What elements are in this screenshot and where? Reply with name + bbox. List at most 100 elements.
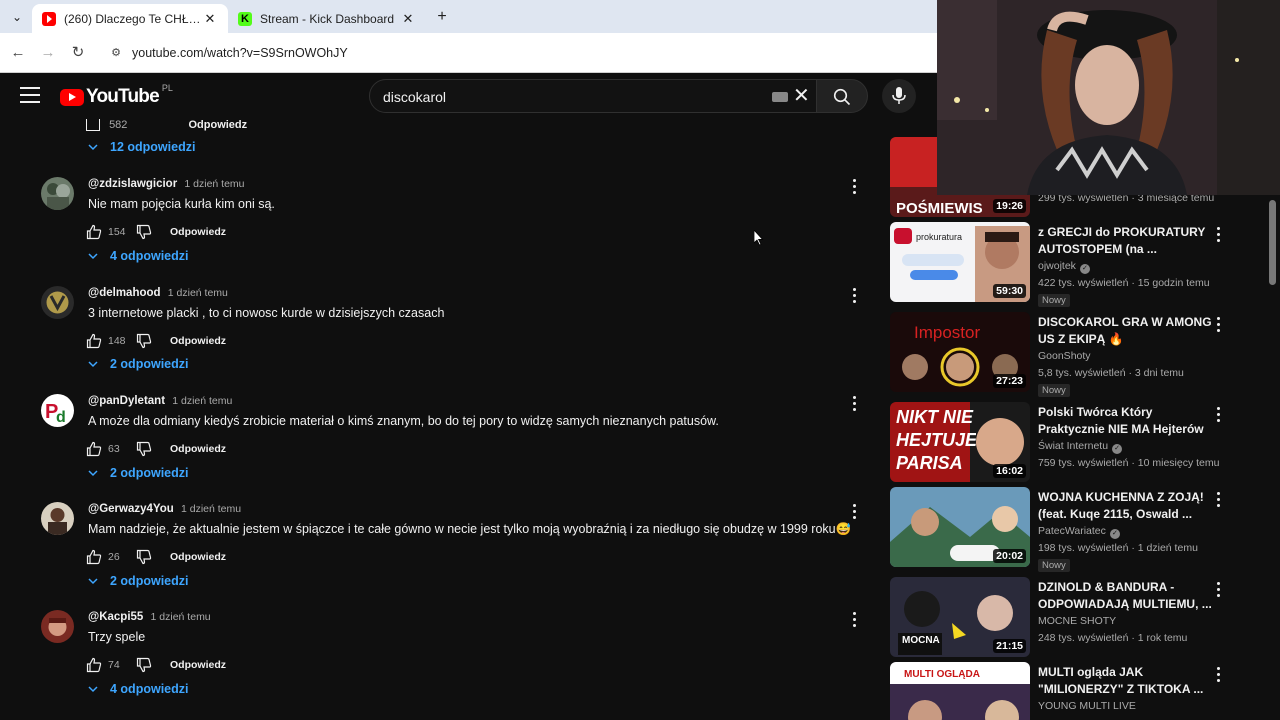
thumbs-up-icon[interactable]: [86, 549, 102, 565]
replies-count: 2 odpowiedzi: [110, 466, 189, 480]
voice-search-button[interactable]: [882, 79, 916, 113]
forward-icon[interactable]: →: [38, 43, 58, 63]
reply-button[interactable]: Odpowiedz: [170, 443, 226, 455]
comment-time[interactable]: 1 dzień temu: [151, 611, 211, 623]
channel-name[interactable]: ojwojtek ✓: [1038, 260, 1090, 274]
comment-time[interactable]: 1 dzień temu: [184, 178, 244, 190]
channel-name[interactable]: YOUNG MULTI LIVE: [1038, 700, 1136, 712]
recommended-video[interactable]: MULTI OGLĄDA MULTI ogląda JAK "MILIONERZ…: [890, 662, 1240, 720]
recommended-video[interactable]: prokuratura 59:30 z GRECJI do PROKURATUR…: [890, 222, 1240, 307]
comment-time[interactable]: 1 dzień temu: [168, 287, 228, 299]
reply-button[interactable]: Odpowiedz: [188, 119, 247, 131]
more-options-icon[interactable]: [1217, 582, 1221, 598]
recommended-video[interactable]: Impostor 27:23 DISCOKAROL GRA W AMONG US…: [890, 312, 1240, 397]
video-title[interactable]: z GRECJI do PROKURATURY AUTOSTOPEM (na .…: [1038, 224, 1218, 258]
view-replies-button[interactable]: 2 odpowiedzi: [88, 353, 188, 375]
video-title[interactable]: WOJNA KUCHENNA Z ZOJĄ! (feat. Kuqe 2115,…: [1038, 489, 1218, 523]
thumbs-up-icon[interactable]: [86, 224, 102, 240]
more-options-icon[interactable]: [1217, 317, 1221, 333]
thumbs-down-icon[interactable]: [136, 224, 152, 240]
thumbs-down-icon[interactable]: [136, 441, 152, 457]
menu-icon[interactable]: [20, 87, 40, 103]
comment-time[interactable]: 1 dzień temu: [181, 503, 241, 515]
more-options-icon[interactable]: [850, 612, 858, 630]
video-title[interactable]: MULTI ogląda JAK "MILIONERZY" Z TIKTOKA …: [1038, 664, 1218, 698]
view-replies-button[interactable]: 2 odpowiedzi: [88, 570, 188, 592]
avatar[interactable]: [41, 286, 74, 319]
youtube-header: YouTube PL discokarol ✕: [0, 73, 937, 119]
browser-tab-kick[interactable]: K Stream - Kick Dashboard ✕: [228, 4, 426, 33]
view-replies-button[interactable]: 2 odpowiedzi: [88, 462, 188, 484]
search-input[interactable]: discokarol ✕: [369, 79, 817, 113]
clear-search-icon[interactable]: ✕: [793, 86, 810, 106]
tab-close-icon[interactable]: ✕: [202, 11, 218, 27]
reply-button[interactable]: Odpowiedz: [170, 335, 226, 347]
channel-name[interactable]: Świat Internetu ✓: [1038, 440, 1123, 454]
reply-button[interactable]: Odpowiedz: [170, 659, 226, 671]
video-thumbnail[interactable]: MOCNA 21:15: [890, 577, 1030, 657]
reload-icon[interactable]: ↻: [68, 43, 88, 63]
view-replies-button[interactable]: 12 odpowiedzi: [88, 136, 195, 158]
sidebar-scrollbar[interactable]: [1269, 200, 1276, 285]
reply-button[interactable]: Odpowiedz: [170, 551, 226, 563]
back-icon[interactable]: ←: [8, 43, 28, 63]
comment-author[interactable]: @Kacpi55: [88, 611, 143, 623]
view-replies-button[interactable]: 4 odpowiedzi: [88, 678, 188, 700]
comment-author[interactable]: @zdzislawgicior: [88, 178, 177, 190]
video-thumbnail[interactable]: MULTI OGLĄDA: [890, 662, 1030, 720]
more-options-icon[interactable]: [850, 396, 858, 414]
site-info-icon[interactable]: ⚙: [108, 45, 124, 61]
new-tab-icon[interactable]: +: [432, 7, 452, 27]
view-replies-button[interactable]: 4 odpowiedzi: [88, 245, 188, 267]
thumbs-up-icon[interactable]: [86, 333, 102, 349]
webcam-feed: [937, 0, 1280, 195]
channel-name[interactable]: GoonShoty: [1038, 350, 1091, 362]
thumbs-down-icon[interactable]: [136, 549, 152, 565]
video-title[interactable]: DISCOKAROL GRA W AMONG US Z EKIPĄ 🔥: [1038, 314, 1218, 348]
avatar[interactable]: [41, 610, 74, 643]
channel-name[interactable]: PatecWariatec ✓: [1038, 525, 1120, 539]
more-options-icon[interactable]: [1217, 667, 1221, 683]
video-duration: 27:23: [993, 374, 1026, 388]
video-duration: 20:02: [993, 549, 1026, 563]
address-bar[interactable]: ⚙ youtube.com/watch?v=S9SrnOWOhJY: [100, 38, 930, 68]
more-options-icon[interactable]: [1217, 492, 1221, 508]
video-title[interactable]: Polski Twórca Który Praktycznie NIE MA H…: [1038, 404, 1218, 438]
thumbs-down-icon[interactable]: [136, 333, 152, 349]
like-icon[interactable]: [86, 119, 100, 131]
keyboard-icon[interactable]: [772, 92, 788, 102]
comment-author[interactable]: @Gerwazy4You: [88, 503, 174, 515]
more-options-icon[interactable]: [1217, 407, 1221, 423]
recommended-video[interactable]: NIKT NIE HEJTUJE PARISA 16:02 Polski Twó…: [890, 402, 1240, 482]
tab-list-button[interactable]: ⌄: [6, 7, 28, 27]
comment-time[interactable]: 1 dzień temu: [172, 395, 232, 407]
avatar[interactable]: [41, 502, 74, 535]
thumbs-up-icon[interactable]: [86, 657, 102, 673]
video-thumbnail[interactable]: prokuratura 59:30: [890, 222, 1030, 302]
youtube-logo[interactable]: YouTube PL: [60, 83, 173, 108]
thumbs-down-icon[interactable]: [136, 657, 152, 673]
video-duration: 16:02: [993, 464, 1026, 478]
tab-close-icon[interactable]: ✕: [400, 11, 416, 27]
reply-button[interactable]: Odpowiedz: [170, 226, 226, 238]
more-options-icon[interactable]: [850, 179, 858, 197]
thumbnail-text: Impostor: [914, 323, 980, 342]
comment-author[interactable]: @delmahood: [88, 287, 161, 299]
more-options-icon[interactable]: [850, 504, 858, 522]
search-button[interactable]: [816, 79, 868, 113]
browser-tab-youtube[interactable]: (260) Dlaczego Te CHŁOPAKI P… ✕: [32, 4, 228, 33]
video-title[interactable]: DZINOLD & BANDURA - ODPOWIADAJĄ MULTIEMU…: [1038, 579, 1218, 613]
thumbs-up-icon[interactable]: [86, 441, 102, 457]
channel-name[interactable]: MOCNE SHOTY: [1038, 615, 1116, 627]
recommended-video[interactable]: 20:02 WOJNA KUCHENNA Z ZOJĄ! (feat. Kuqe…: [890, 487, 1240, 572]
recommended-video[interactable]: MOCNA 21:15 DZINOLD & BANDURA - ODPOWIAD…: [890, 577, 1240, 657]
more-options-icon[interactable]: [850, 288, 858, 306]
video-thumbnail[interactable]: NIKT NIE HEJTUJE PARISA 16:02: [890, 402, 1030, 482]
video-thumbnail[interactable]: Impostor 27:23: [890, 312, 1030, 392]
kick-favicon-icon: K: [238, 11, 252, 26]
video-thumbnail[interactable]: 20:02: [890, 487, 1030, 567]
avatar[interactable]: [41, 177, 74, 210]
more-options-icon[interactable]: [1217, 227, 1221, 243]
avatar[interactable]: Pd: [41, 394, 74, 427]
comment-author[interactable]: @panDyletant: [88, 395, 165, 407]
